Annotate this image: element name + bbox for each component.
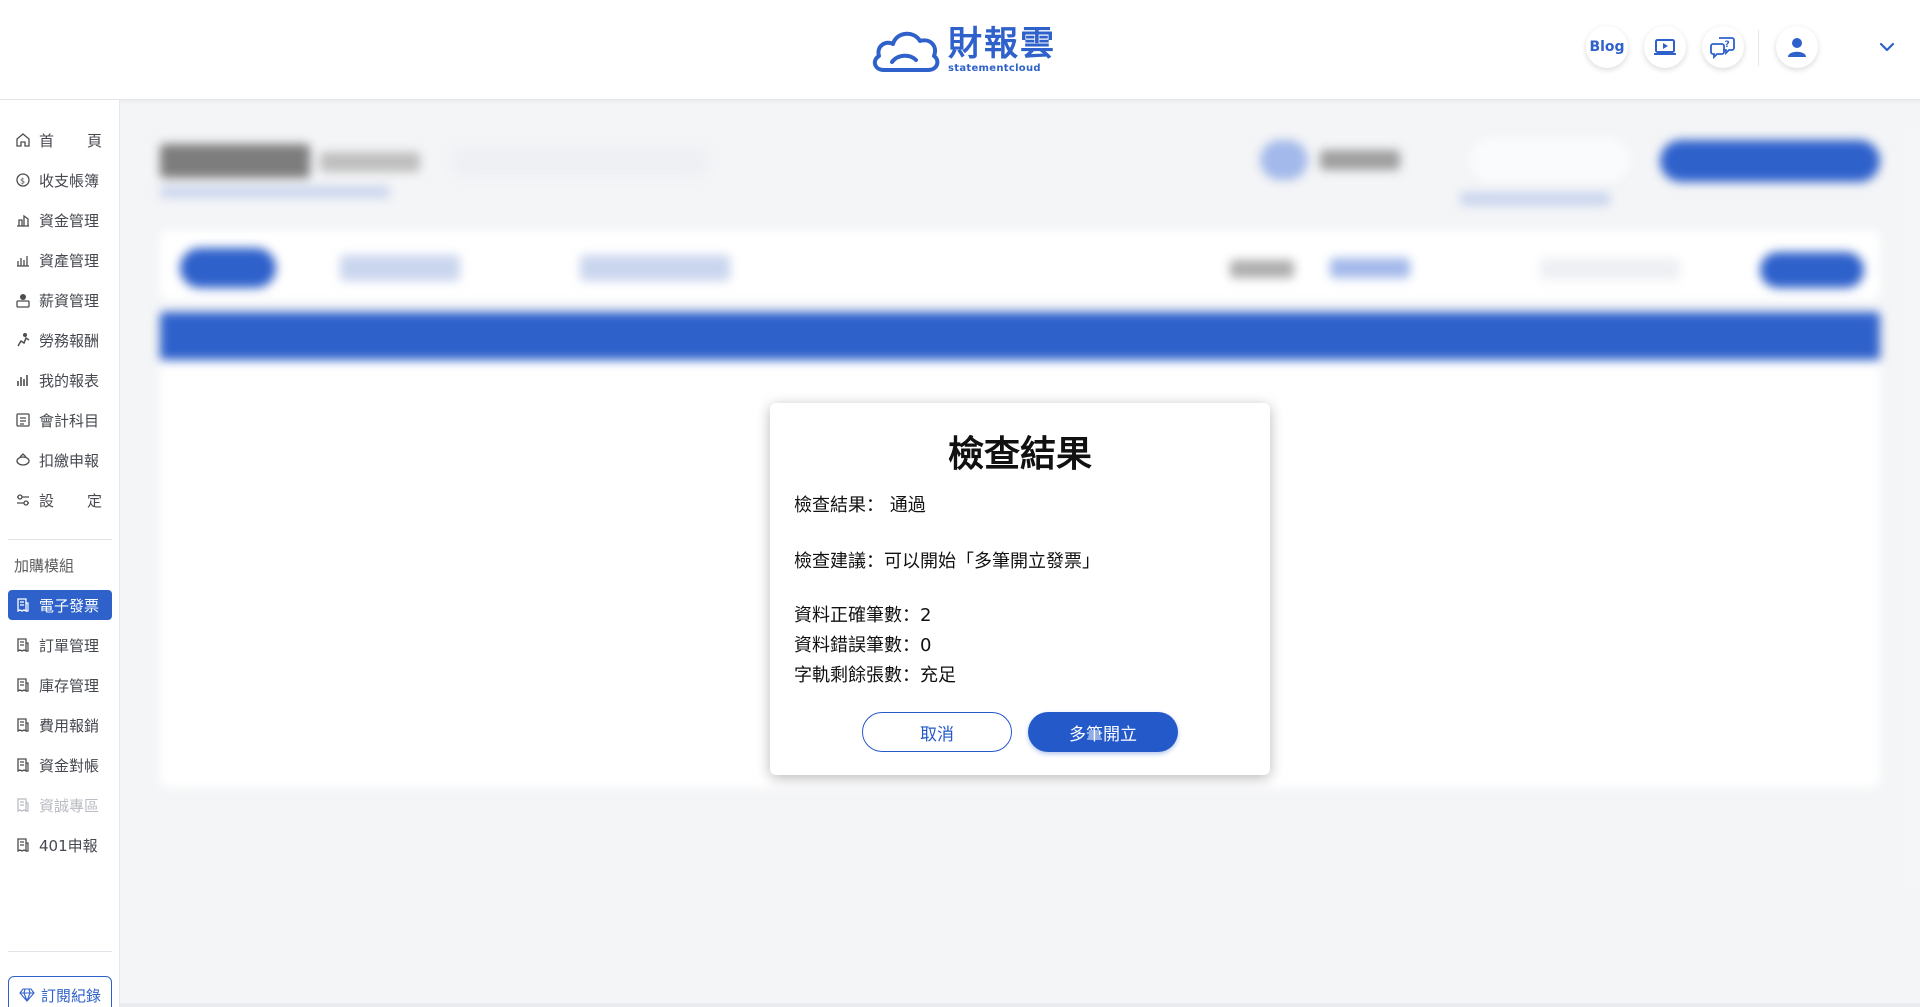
- check-result-dialog: 檢查結果 檢查結果： 通過 檢查建議：可以開始「多筆開立發票」 資料正確筆數：2…: [770, 403, 1270, 775]
- batch-issue-button[interactable]: 多筆開立: [1028, 712, 1178, 752]
- dialog-title: 檢查結果: [947, 434, 1092, 475]
- check-result-line: 檢查結果： 通過: [794, 495, 926, 516]
- correct-count-line: 資料正確筆數：2: [794, 605, 932, 626]
- remaining-count-line: 字軌剩餘張數：充足: [794, 665, 956, 686]
- cancel-button[interactable]: 取消: [862, 712, 1012, 752]
- bottom-scroll-edge: [120, 1003, 1920, 1007]
- error-count-line: 資料錯誤筆數：0: [794, 635, 932, 656]
- check-suggestion-line: 檢查建議：可以開始「多筆開立發票」: [794, 551, 1100, 572]
